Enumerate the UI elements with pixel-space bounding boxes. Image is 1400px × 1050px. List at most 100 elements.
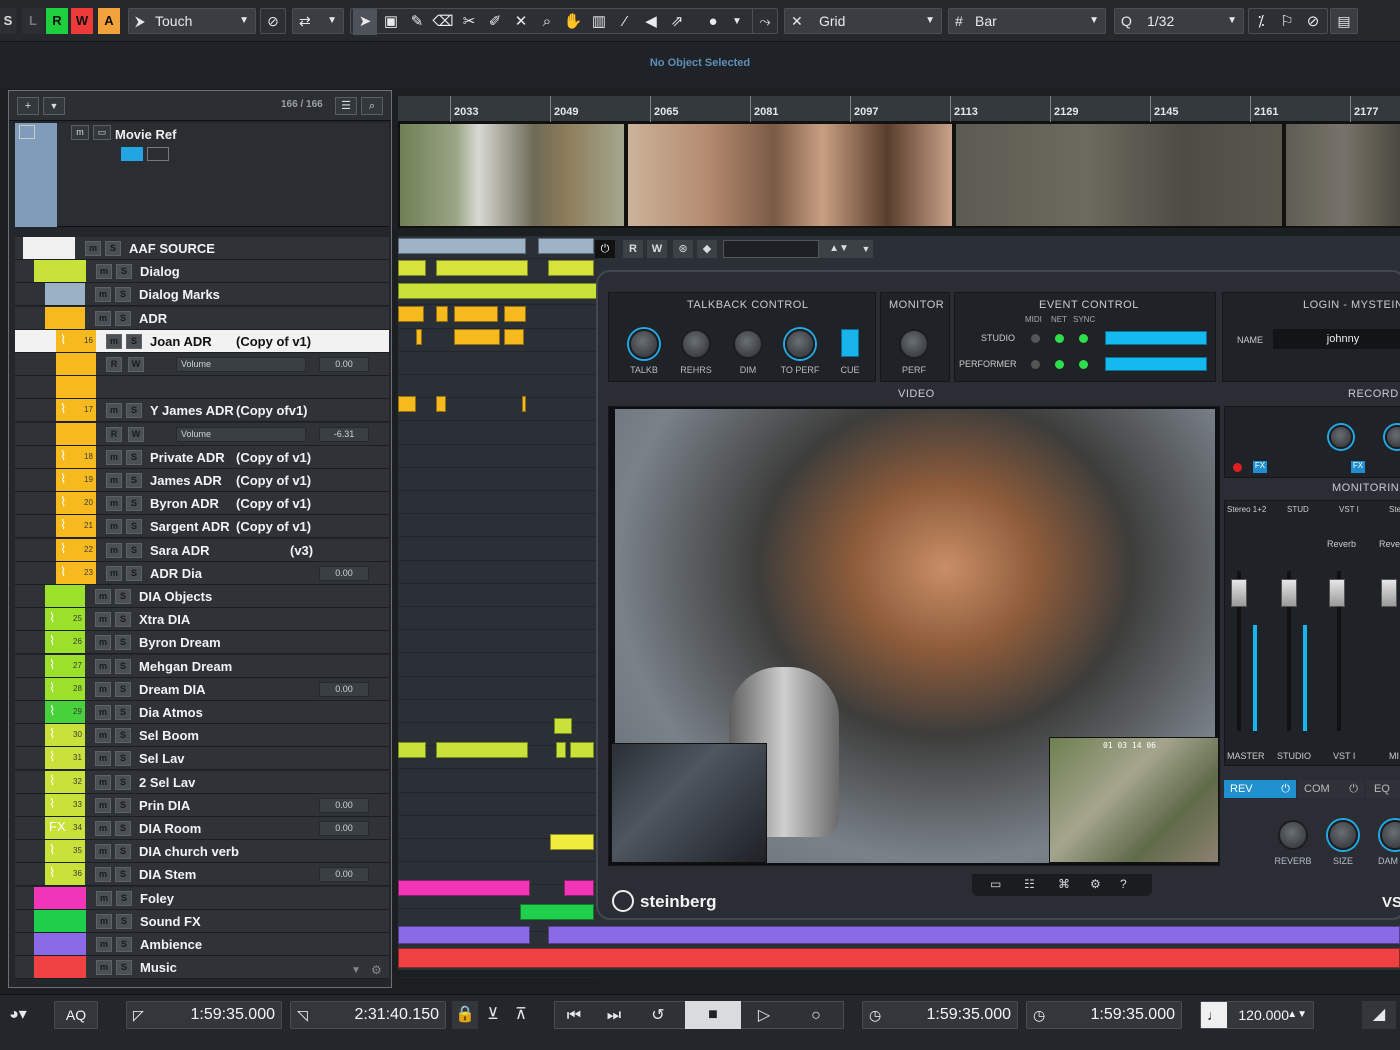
search-icon[interactable]: ⌕: [361, 97, 383, 115]
movie-ref-track[interactable]: m ▭ Movie Ref: [15, 123, 389, 227]
left-locator[interactable]: ◸ 1:59:35.000: [126, 1001, 282, 1029]
audio-event[interactable]: [398, 880, 530, 896]
bypass-icon[interactable]: ⊛: [673, 240, 693, 258]
secondary-time-display[interactable]: ◷ 1:59:35.000: [1026, 1001, 1182, 1029]
gear-icon[interactable]: ⚙: [371, 963, 382, 977]
go-to-start-icon[interactable]: ⏮: [557, 1002, 591, 1030]
solo-button[interactable]: S: [115, 635, 131, 651]
track-row[interactable]: 26 ⌇ m S Byron Dream: [15, 631, 389, 655]
record-knob[interactable]: [1329, 425, 1353, 449]
glue-tool-icon[interactable]: ✐: [483, 9, 507, 35]
erase-tool-icon[interactable]: ⌫: [431, 9, 455, 35]
audio-event[interactable]: [398, 742, 426, 758]
automation-mode-select[interactable]: ⮞ Touch ▼: [128, 8, 256, 34]
track-row[interactable]: 35 ⌇ m S DIA church verb: [15, 840, 389, 864]
automation-parameter-select[interactable]: Volume: [176, 426, 306, 442]
punch-in-icon[interactable]: ⊻: [478, 1001, 508, 1029]
mute-button[interactable]: m: [106, 403, 122, 419]
metronome-icon[interactable]: ♩: [1201, 1002, 1227, 1028]
audio-event[interactable]: [504, 329, 524, 345]
preset-field[interactable]: [723, 240, 819, 258]
track-row[interactable]: 27 ⌇ m S Mehgan Dream: [15, 654, 389, 678]
audio-event[interactable]: [436, 742, 528, 758]
audio-event[interactable]: [538, 238, 594, 254]
preset-arrows-icon[interactable]: ▲▼: [819, 240, 859, 258]
to-perf-knob[interactable]: [785, 329, 815, 359]
track-value-field[interactable]: -6.31: [319, 426, 369, 442]
solo-button[interactable]: S: [116, 264, 132, 280]
iterative-quantize-icon[interactable]: ⁒: [1249, 9, 1273, 35]
show-frames-button[interactable]: [121, 147, 143, 161]
audio-event[interactable]: [504, 306, 526, 322]
solo-button[interactable]: S: [115, 612, 131, 628]
track-filter-icon[interactable]: ☰: [335, 97, 357, 115]
tab-reverb[interactable]: REV ⏻: [1224, 780, 1296, 798]
track-value-field[interactable]: 0.00: [319, 565, 369, 581]
solo-button[interactable]: S: [116, 937, 132, 952]
solo-button[interactable]: S: [126, 333, 142, 349]
track-row[interactable]: 17 ⌇ m S Y James ADR (Copy ofv1): [15, 399, 389, 423]
quantize-preset-select[interactable]: Q 1/32 ▼: [1114, 8, 1244, 34]
audio-event[interactable]: [398, 306, 424, 322]
solo-button[interactable]: S: [115, 774, 131, 790]
thumbnail-cache-button[interactable]: [147, 147, 169, 161]
solo-button[interactable]: S: [105, 241, 121, 256]
track-row[interactable]: [15, 376, 389, 400]
window-layout-button[interactable]: ▤: [1330, 8, 1358, 34]
track-row[interactable]: 18 ⌇ m S Private ADR (Copy of v1): [15, 445, 389, 469]
solo-button[interactable]: S: [115, 821, 131, 836]
mute-button[interactable]: m: [106, 496, 122, 512]
solo-button[interactable]: S: [126, 519, 142, 535]
track-row[interactable]: 34 FX m S DIA Room 0.00: [15, 817, 389, 840]
track-value-field[interactable]: 0.00: [319, 867, 369, 883]
mute-button[interactable]: m: [96, 960, 112, 976]
vsti-fader[interactable]: [1329, 579, 1345, 607]
grid-type-select[interactable]: # Bar ▼: [948, 8, 1106, 34]
solo-button[interactable]: S: [126, 565, 142, 581]
audio-event[interactable]: [436, 396, 446, 412]
color-menu-icon[interactable]: ●: [701, 9, 725, 35]
audio-event[interactable]: [398, 948, 1400, 968]
fx-button[interactable]: FX: [1351, 461, 1365, 473]
track-row[interactable]: 36 ⌇ m S DIA Stem 0.00: [15, 863, 389, 887]
solo-button[interactable]: S: [116, 913, 132, 929]
audio-event[interactable]: [522, 396, 526, 412]
solo-button[interactable]: S: [115, 681, 131, 697]
snap-on-off-button[interactable]: ⤳: [752, 8, 778, 34]
read-automation-button[interactable]: R: [46, 8, 68, 34]
automation-parameter-select[interactable]: Volume: [176, 357, 306, 372]
solo-button[interactable]: S: [116, 960, 132, 976]
audio-event[interactable]: [436, 306, 448, 322]
track-row[interactable]: m S ADR: [15, 306, 389, 330]
color-tool-icon[interactable]: ⇗: [665, 9, 689, 35]
track-row[interactable]: 25 ⌇ m S Xtra DIA: [15, 608, 389, 632]
mute-button[interactable]: m: [96, 937, 112, 952]
range-selection-tool-icon[interactable]: ▣: [379, 9, 403, 35]
play-button[interactable]: ▷: [747, 1002, 781, 1030]
track-row[interactable]: 21 ⌇ m S Sargent ADR (Copy of v1): [15, 515, 389, 539]
mute-button[interactable]: m: [95, 658, 111, 674]
mute-button[interactable]: m: [95, 681, 111, 697]
chevron-down-icon[interactable]: ▼: [43, 97, 65, 115]
solo-button[interactable]: S: [115, 287, 131, 303]
audio-event[interactable]: [554, 718, 572, 734]
mute-button[interactable]: m: [106, 542, 122, 558]
audio-event[interactable]: [398, 926, 530, 944]
mute-button[interactable]: m: [95, 774, 111, 790]
solo-button[interactable]: S: [126, 542, 142, 558]
audio-event[interactable]: [550, 834, 594, 850]
layout-icon[interactable]: ▭: [990, 877, 1001, 891]
zoom-tool-icon[interactable]: ⌕: [535, 9, 559, 35]
listen-indicator[interactable]: L: [22, 8, 44, 34]
mixer-icon[interactable]: ☷: [1024, 877, 1035, 891]
track-row[interactable]: m S Foley: [15, 886, 389, 910]
track-value-field[interactable]: 0.00: [319, 681, 369, 697]
performance-meter-icon[interactable]: ◕▾: [0, 1001, 36, 1029]
track-row[interactable]: R W Volume 0.00: [15, 353, 389, 376]
track-row[interactable]: 22 ⌇ m S Sara ADR (v3): [15, 538, 389, 562]
solo-button[interactable]: S: [115, 751, 131, 767]
lock-icon[interactable]: 🔒: [452, 1001, 478, 1029]
help-icon[interactable]: ?: [1120, 877, 1127, 891]
lock-button[interactable]: ▭: [93, 125, 111, 140]
audio-event[interactable]: [416, 329, 422, 345]
